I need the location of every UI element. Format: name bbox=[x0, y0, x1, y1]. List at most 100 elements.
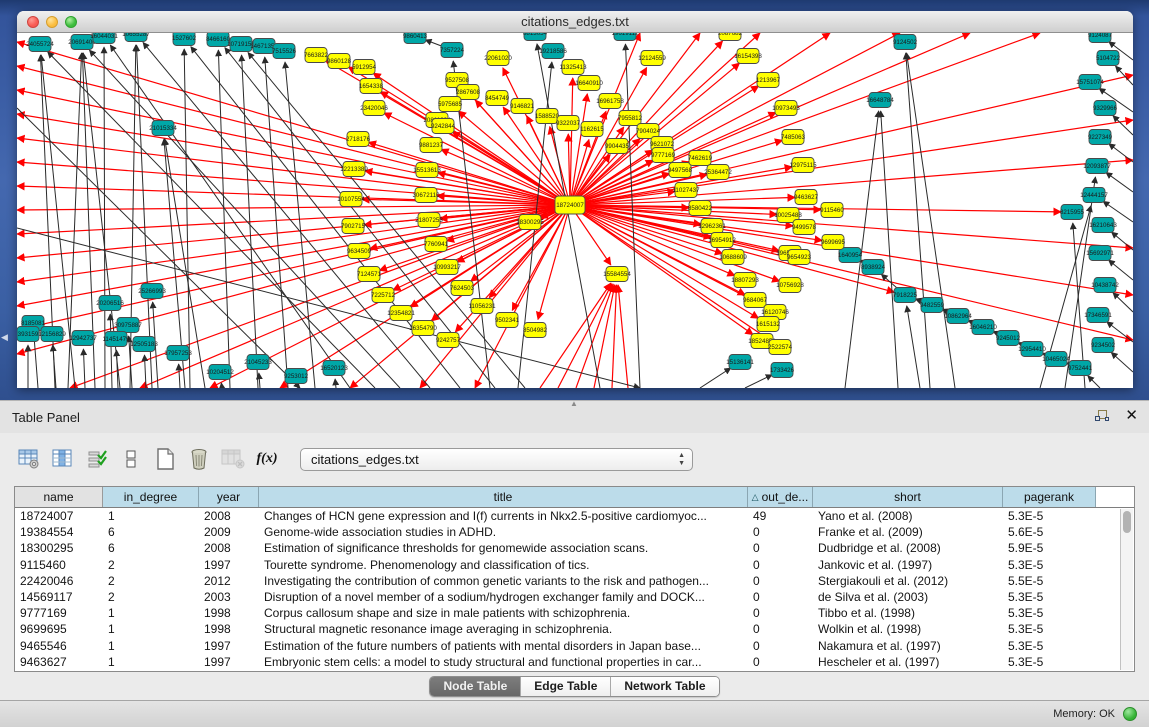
graph-node[interactable]: 8813054 bbox=[523, 33, 548, 41]
graph-node[interactable]: 10204512 bbox=[206, 365, 234, 380]
table-cell[interactable]: de Silva et al. (2003) bbox=[813, 589, 1003, 605]
table-cell[interactable]: 5.3E-5 bbox=[1003, 557, 1096, 573]
table-cell[interactable]: Estimation of significance thresholds fo… bbox=[259, 540, 748, 556]
graph-node[interactable]: 19619112 bbox=[611, 33, 639, 41]
graph-node[interactable]: 15136141 bbox=[726, 355, 754, 370]
graph-node[interactable]: 1162615 bbox=[580, 122, 604, 137]
table-cell[interactable]: 2008 bbox=[199, 540, 259, 556]
table-cell[interactable]: 2009 bbox=[199, 524, 259, 540]
graph-edge[interactable] bbox=[17, 162, 570, 205]
graph-node[interactable]: 16044031 bbox=[90, 33, 118, 44]
graph-node[interactable]: 25364472 bbox=[704, 165, 732, 180]
table-cell[interactable]: 49 bbox=[748, 508, 813, 524]
graph-node[interactable]: 10465024 bbox=[1042, 352, 1070, 367]
graph-edge[interactable] bbox=[17, 42, 570, 205]
table-cell[interactable]: 1998 bbox=[199, 621, 259, 637]
graph-edge[interactable] bbox=[540, 283, 611, 388]
graph-node[interactable]: 9904435 bbox=[605, 139, 630, 154]
graph-node[interactable]: 9227349 bbox=[1088, 130, 1113, 145]
table-cell[interactable]: 1 bbox=[103, 654, 199, 670]
scrollbar-thumb[interactable] bbox=[1123, 511, 1131, 533]
table-cell[interactable]: 2 bbox=[103, 573, 199, 589]
table-cell[interactable]: Hescheler et al. (1997) bbox=[813, 654, 1003, 670]
table-cell[interactable]: 1997 bbox=[199, 638, 259, 654]
graph-edge[interactable] bbox=[881, 111, 898, 388]
graph-edge[interactable] bbox=[558, 284, 612, 388]
graph-node[interactable]: 9860413 bbox=[403, 33, 428, 44]
table-cell[interactable]: 2012 bbox=[199, 573, 259, 589]
graph-node[interactable]: 7663822 bbox=[304, 48, 329, 63]
graph-node[interactable]: 18807293 bbox=[731, 273, 759, 288]
table-cell[interactable]: 9699695 bbox=[15, 621, 103, 637]
graph-edge[interactable] bbox=[110, 314, 112, 388]
network-canvas-svg[interactable]: 2405572420691406160440311065528715276028… bbox=[17, 33, 1133, 388]
graph-node[interactable]: 12093877 bbox=[1083, 159, 1111, 174]
graph-node[interactable]: 9482559 bbox=[920, 298, 945, 313]
graph-node[interactable]: 9634509 bbox=[347, 244, 372, 259]
left-panel-collapse-arrow[interactable]: ◀ bbox=[1, 332, 8, 343]
graph-edge[interactable] bbox=[1113, 293, 1133, 312]
function-builder-icon[interactable]: f(x) bbox=[252, 444, 282, 474]
graph-node[interactable]: 19218586 bbox=[539, 44, 567, 59]
graph-node[interactable]: 7902715 bbox=[341, 219, 366, 234]
graph-node[interactable]: 15513613 bbox=[413, 163, 441, 178]
graph-node[interactable]: 12354821 bbox=[387, 306, 415, 321]
table-cell[interactable]: 0 bbox=[748, 638, 813, 654]
table-cell[interactable]: 22420046 bbox=[15, 573, 103, 589]
table-cell[interactable]: 6 bbox=[103, 540, 199, 556]
graph-node[interactable]: 9497568 bbox=[668, 163, 693, 178]
graph-node[interactable]: 9684067 bbox=[743, 293, 768, 308]
create-table-icon[interactable] bbox=[150, 444, 180, 474]
table-cell[interactable]: 1997 bbox=[199, 654, 259, 670]
edit-columns-icon[interactable] bbox=[82, 444, 112, 474]
graph-edge[interactable] bbox=[184, 49, 190, 388]
table-cell[interactable]: 1 bbox=[103, 605, 199, 621]
table-cell[interactable]: Wolkin et al. (1998) bbox=[813, 621, 1003, 637]
graph-edge[interactable] bbox=[143, 42, 430, 388]
graph-node[interactable]: 15584554 bbox=[603, 267, 631, 282]
graph-edge[interactable] bbox=[745, 375, 772, 388]
table-cell[interactable]: 2 bbox=[103, 589, 199, 605]
graph-edge[interactable] bbox=[17, 205, 570, 354]
table-cell[interactable]: Yano et al. (2008) bbox=[813, 508, 1003, 524]
table-cell[interactable]: 5.3E-5 bbox=[1003, 589, 1096, 605]
graph-node[interactable]: 1733426 bbox=[770, 363, 795, 378]
graph-edge[interactable] bbox=[48, 52, 375, 388]
graph-node[interactable]: 23420046 bbox=[360, 101, 388, 116]
graph-node[interactable]: 12213389 bbox=[340, 162, 368, 177]
graph-edge[interactable] bbox=[1109, 144, 1133, 162]
graph-node[interactable]: 9115460 bbox=[820, 203, 844, 218]
graph-node[interactable]: 9699695 bbox=[821, 235, 846, 250]
graph-node[interactable]: 9502341 bbox=[495, 313, 520, 328]
table-cell[interactable]: Investigating the contribution of common… bbox=[259, 573, 748, 589]
column-header-pagerank[interactable]: pagerank bbox=[1003, 487, 1096, 507]
table-cell[interactable]: 0 bbox=[748, 621, 813, 637]
table-cell[interactable]: 9115460 bbox=[15, 557, 103, 573]
graph-node[interactable]: 7624503 bbox=[450, 281, 475, 296]
graph-edge[interactable] bbox=[285, 62, 315, 388]
tab-network-table[interactable]: Network Table bbox=[611, 677, 718, 696]
graph-node[interactable]: 12975115 bbox=[789, 158, 817, 173]
graph-node[interactable]: 393159 bbox=[17, 327, 39, 342]
graph-node[interactable]: 9499578 bbox=[792, 220, 817, 235]
graph-node[interactable]: 7918225 bbox=[893, 288, 918, 303]
graph-node[interactable]: 9242757 bbox=[436, 333, 461, 348]
table-cell[interactable]: 14569117 bbox=[15, 589, 103, 605]
graph-node[interactable]: 16961758 bbox=[596, 94, 624, 109]
graph-edge[interactable] bbox=[259, 373, 260, 388]
graph-node[interactable]: 12505183 bbox=[130, 337, 158, 352]
table-cell[interactable]: 6 bbox=[103, 524, 199, 540]
graph-edge[interactable] bbox=[17, 205, 570, 306]
table-cell[interactable]: 1997 bbox=[199, 557, 259, 573]
graph-node[interactable]: 7357224 bbox=[440, 43, 465, 58]
graph-node[interactable]: 16210643 bbox=[1089, 218, 1117, 233]
graph-node[interactable]: 21045233 bbox=[244, 355, 272, 370]
graph-node[interactable]: 10107554 bbox=[337, 192, 365, 207]
graph-node[interactable]: 2522574 bbox=[768, 340, 793, 355]
graph-node[interactable]: 10862964 bbox=[944, 309, 972, 324]
graph-edge[interactable] bbox=[265, 57, 288, 388]
table-cell[interactable]: 5.3E-5 bbox=[1003, 654, 1096, 670]
network-window-titlebar[interactable]: citations_edges.txt bbox=[17, 11, 1133, 33]
graph-node[interactable]: 1527602 bbox=[172, 33, 197, 46]
graph-node[interactable]: 9463627 bbox=[794, 190, 819, 205]
